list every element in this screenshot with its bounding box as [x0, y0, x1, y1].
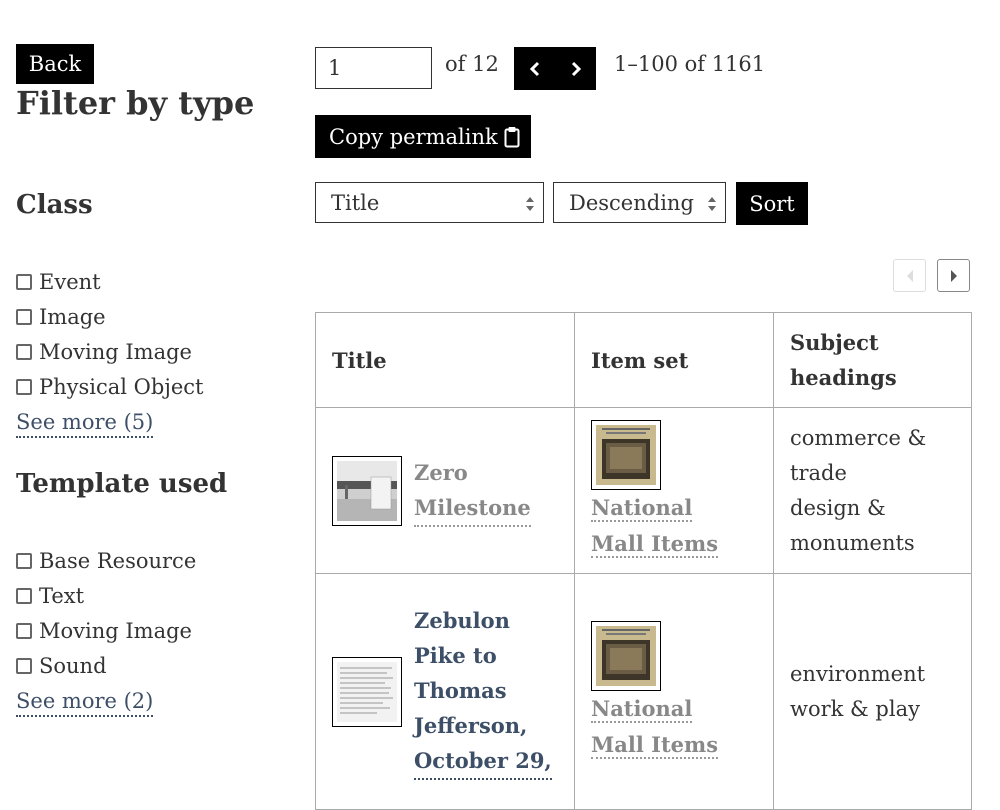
- pager-buttons: [514, 47, 596, 90]
- checkbox[interactable]: [16, 587, 32, 604]
- sort-button[interactable]: Sort: [736, 182, 808, 225]
- template-heading: Template used: [16, 469, 228, 499]
- result-range: 1–100 of 1161: [614, 52, 766, 76]
- subject-text: trade: [790, 460, 847, 485]
- previous-page-button[interactable]: [514, 47, 555, 90]
- copy-permalink-button[interactable]: Copy permalink: [315, 115, 531, 158]
- title-cell: Zebulon Pike to Thomas Jefferson, Octobe…: [315, 573, 575, 810]
- facet-label: Event: [39, 269, 101, 294]
- scroll-left-button[interactable]: [893, 259, 926, 292]
- item-thumbnail[interactable]: [332, 455, 402, 526]
- column-header-title: Title: [315, 312, 575, 408]
- page-number-input[interactable]: [315, 47, 432, 89]
- facet-label: Physical Object: [39, 374, 204, 399]
- item-set-cell: National Mall Items: [574, 573, 774, 810]
- column-header-item-set: Item set: [574, 312, 774, 408]
- sort-field-value: Title: [331, 190, 380, 215]
- class-facet-list: Event Image Moving Image Physical Object: [16, 264, 203, 404]
- subject-cell: commerce & trade design & monuments: [773, 407, 972, 574]
- title-line: Zebulon: [414, 608, 510, 633]
- item-set-line: National: [591, 494, 693, 520]
- title-line: Milestone: [414, 494, 531, 520]
- table-row: Zebulon Pike to Thomas Jefferson, Octobe…: [315, 573, 972, 810]
- sort-order-select[interactable]: Descending: [553, 182, 726, 223]
- next-page-button[interactable]: [555, 47, 596, 90]
- template-see-more-link[interactable]: See more (2): [16, 687, 154, 717]
- item-set-thumbnail[interactable]: [591, 419, 661, 490]
- checkbox[interactable]: [16, 273, 32, 290]
- clipboard-icon: [504, 126, 520, 147]
- checkbox[interactable]: [16, 308, 32, 325]
- class-see-more-link[interactable]: See more (5): [16, 408, 154, 438]
- handwritten-letter-thumbnail: [337, 661, 397, 722]
- back-button[interactable]: Back: [16, 44, 94, 84]
- class-facet-physical-object[interactable]: Physical Object: [16, 369, 203, 404]
- copy-permalink-label: Copy permalink: [329, 124, 498, 149]
- template-facet-text[interactable]: Text: [16, 578, 196, 613]
- page-total: of 12: [445, 52, 499, 76]
- checkbox[interactable]: [16, 657, 32, 674]
- template-facet-moving-image[interactable]: Moving Image: [16, 613, 196, 648]
- document-scan-thumbnail: [596, 424, 656, 485]
- facet-label: Sound: [39, 653, 107, 678]
- title-line: Zero: [414, 459, 468, 485]
- template-facet-list: Base Resource Text Moving Image Sound: [16, 543, 196, 683]
- item-set-thumbnail[interactable]: [591, 620, 661, 691]
- item-set-link[interactable]: National Mall Items: [591, 695, 719, 759]
- select-arrows-icon: [708, 197, 716, 211]
- sort-field-select[interactable]: Title: [315, 182, 544, 223]
- sort-order-value: Descending: [569, 190, 694, 215]
- subject-text: monuments: [790, 530, 915, 555]
- chevron-right-icon: [571, 61, 581, 76]
- column-header-subject-headings: Subject headings: [773, 312, 972, 408]
- item-set-line: National: [591, 695, 693, 721]
- header-line: Subject: [790, 330, 879, 355]
- title-line: Thomas: [414, 678, 507, 703]
- title-line: Pike to: [414, 643, 497, 668]
- chevron-left-icon: [529, 61, 539, 76]
- subject-text: work & play: [790, 696, 920, 721]
- title-cell: Zero Milestone: [315, 407, 575, 574]
- caret-left-icon: [906, 269, 913, 282]
- subject-cell: environment work & play: [773, 573, 972, 810]
- scroll-right-button[interactable]: [937, 259, 970, 292]
- item-thumbnail[interactable]: [332, 656, 402, 727]
- facet-label: Base Resource: [39, 548, 197, 573]
- subject-text: design &: [790, 495, 886, 520]
- checkbox[interactable]: [16, 343, 32, 360]
- facet-label: Text: [39, 583, 85, 608]
- item-title-link[interactable]: Zero Milestone: [414, 455, 531, 527]
- table-header-row: Title Item set Subject headings: [315, 312, 972, 408]
- template-facet-base-resource[interactable]: Base Resource: [16, 543, 196, 578]
- item-set-line: Mall Items: [591, 731, 719, 757]
- template-facet-sound[interactable]: Sound: [16, 648, 196, 683]
- class-heading: Class: [16, 190, 93, 220]
- facet-label: Moving Image: [39, 339, 192, 364]
- class-facet-image[interactable]: Image: [16, 299, 203, 334]
- select-arrows-icon: [526, 197, 534, 211]
- facet-label: Image: [39, 304, 106, 329]
- title-line: October 29,: [414, 748, 552, 773]
- title-line: Jefferson,: [414, 713, 528, 738]
- document-scan-thumbnail: [596, 625, 656, 686]
- checkbox[interactable]: [16, 622, 32, 639]
- class-facet-moving-image[interactable]: Moving Image: [16, 334, 203, 369]
- checkbox[interactable]: [16, 552, 32, 569]
- milestone-photo-thumbnail: [337, 460, 397, 521]
- results-table: Title Item set Subject headings Zero Mil…: [315, 312, 972, 810]
- item-set-line: Mall Items: [591, 530, 719, 556]
- subject-text: environment: [790, 661, 926, 686]
- table-row: Zero Milestone National Mall Items comme…: [315, 407, 972, 574]
- header-line: headings: [790, 365, 897, 390]
- item-set-link[interactable]: National Mall Items: [591, 494, 719, 558]
- subject-text: commerce &: [790, 425, 927, 450]
- facet-label: Moving Image: [39, 618, 192, 643]
- caret-right-icon: [950, 269, 957, 282]
- checkbox[interactable]: [16, 378, 32, 395]
- filter-heading: Filter by type: [16, 84, 255, 122]
- item-title-link[interactable]: Zebulon Pike to Thomas Jefferson, Octobe…: [414, 603, 552, 780]
- class-facet-event[interactable]: Event: [16, 264, 203, 299]
- item-set-cell: National Mall Items: [574, 407, 774, 574]
